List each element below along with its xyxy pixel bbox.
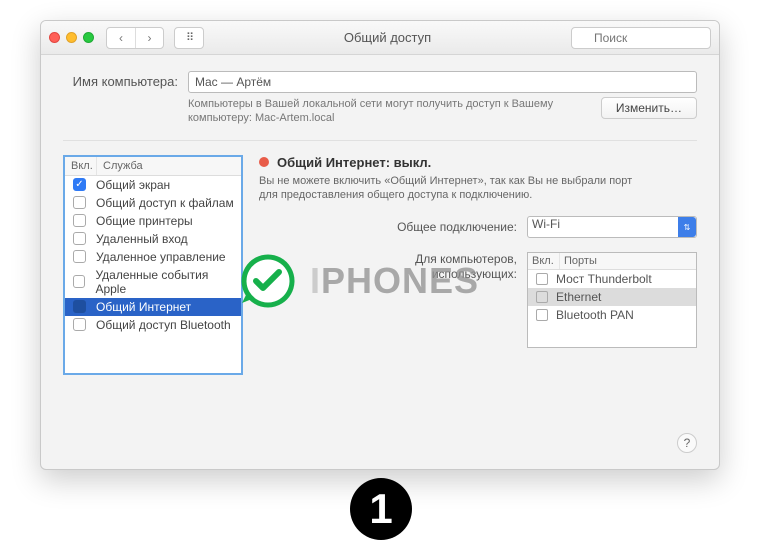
window-controls <box>49 32 94 43</box>
divider <box>63 140 697 141</box>
service-row[interactable]: Удаленное управление <box>65 248 241 266</box>
port-label: Мост Thunderbolt <box>556 272 652 286</box>
back-button[interactable]: ‹ <box>107 28 135 48</box>
service-checkbox[interactable] <box>73 318 86 331</box>
service-checkbox[interactable]: ✓ <box>73 178 86 191</box>
search-input[interactable] <box>571 27 711 49</box>
services-header-name: Служба <box>97 157 241 175</box>
preferences-window: ‹ › ⠿ Общий доступ 🔍 Имя компьютера: Ком… <box>40 20 720 470</box>
service-row[interactable]: Удаленный вход <box>65 230 241 248</box>
services-header: Вкл. Служба <box>65 157 241 176</box>
forward-button[interactable]: › <box>135 28 163 48</box>
computer-name-label: Имя компьютера: <box>63 71 178 89</box>
main-split: Вкл. Служба ✓ Общий экран Общий доступ к ф… <box>63 155 697 375</box>
search-wrap: 🔍 <box>571 27 711 49</box>
status-title: Общий Интернет: выкл. <box>277 155 431 170</box>
zoom-icon[interactable] <box>83 32 94 43</box>
service-label: Удаленные события Apple <box>95 268 235 296</box>
minimize-icon[interactable] <box>66 32 77 43</box>
edit-button[interactable]: Изменить… <box>601 97 697 119</box>
ports-header: Вкл. Порты <box>528 253 696 270</box>
ports-header-on: Вкл. <box>528 253 560 269</box>
port-label: Bluetooth PAN <box>556 308 634 322</box>
nav-back-forward: ‹ › <box>106 27 164 49</box>
service-row[interactable]: Общие принтеры <box>65 212 241 230</box>
step-number: 1 <box>369 485 392 533</box>
port-checkbox[interactable] <box>536 291 548 303</box>
close-icon[interactable] <box>49 32 60 43</box>
service-checkbox[interactable] <box>73 275 85 288</box>
show-all-button[interactable]: ⠿ <box>174 27 204 49</box>
service-row[interactable]: Общий доступ Bluetooth <box>65 316 241 334</box>
status-line: Общий Интернет: выкл. <box>259 155 697 170</box>
ports-label-2: использующих: <box>432 267 517 281</box>
service-label: Общий доступ Bluetooth <box>96 318 231 332</box>
port-checkbox[interactable] <box>536 273 548 285</box>
service-row[interactable]: Удаленные события Apple <box>65 266 241 298</box>
share-from-label: Общее подключение: <box>397 220 517 234</box>
computer-name-desc-row: Компьютеры в Вашей локальной сети могут … <box>188 97 697 126</box>
help-button[interactable]: ? <box>677 433 697 453</box>
port-checkbox[interactable] <box>536 309 548 321</box>
ports-label-1: Для компьютеров, <box>415 252 517 266</box>
port-row[interactable]: Мост Thunderbolt <box>528 270 696 288</box>
service-label: Общий экран <box>96 178 170 192</box>
services-list[interactable]: Вкл. Служба ✓ Общий экран Общий доступ к ф… <box>63 155 243 375</box>
titlebar: ‹ › ⠿ Общий доступ 🔍 <box>41 21 719 55</box>
status-note: Вы не можете включить «Общий Интернет», … <box>259 174 639 203</box>
port-row[interactable]: Ethernet <box>528 288 696 306</box>
computer-name-desc: Компьютеры в Вашей локальной сети могут … <box>188 97 591 126</box>
service-row[interactable]: ✓ Общий экран <box>65 176 241 194</box>
content: Имя компьютера: Компьютеры в Вашей локал… <box>41 55 719 391</box>
chevron-updown-icon: ⇅ <box>678 217 696 237</box>
ports-row: Для компьютеров, использующих: Вкл. Порт… <box>259 252 697 348</box>
grid-icon: ⠿ <box>186 31 192 44</box>
service-label: Общие принтеры <box>96 214 193 228</box>
share-from-row: Общее подключение: Wi-Fi ⇅ <box>259 216 697 238</box>
annotation-check-icon <box>240 253 296 309</box>
service-row[interactable]: Общий доступ к файлам <box>65 194 241 212</box>
services-header-on: Вкл. <box>65 157 97 175</box>
service-label: Удаленный вход <box>96 232 188 246</box>
window-title: Общий доступ <box>210 30 565 45</box>
port-label: Ethernet <box>556 290 601 304</box>
share-from-select[interactable]: Wi-Fi ⇅ <box>527 216 697 238</box>
share-from-value: Wi-Fi <box>532 217 560 231</box>
service-checkbox[interactable] <box>73 232 86 245</box>
service-checkbox[interactable] <box>73 300 86 313</box>
port-row[interactable]: Bluetooth PAN <box>528 306 696 324</box>
service-label: Удаленное управление <box>96 250 226 264</box>
service-label: Общий доступ к файлам <box>96 196 234 210</box>
status-dot-icon <box>259 157 269 167</box>
service-row[interactable]: Общий Интернет <box>65 298 241 316</box>
service-checkbox[interactable] <box>73 250 86 263</box>
ports-header-name: Порты <box>560 253 696 269</box>
service-label: Общий Интернет <box>96 300 191 314</box>
step-badge: 1 <box>350 478 412 540</box>
ports-label: Для компьютеров, использующих: <box>415 252 517 281</box>
detail-pane: Общий Интернет: выкл. Вы не можете включ… <box>259 155 697 375</box>
service-checkbox[interactable] <box>73 196 86 209</box>
service-checkbox[interactable] <box>73 214 86 227</box>
ports-list[interactable]: Вкл. Порты Мост Thunderbolt Ethernet Bluet… <box>527 252 697 348</box>
computer-name-input[interactable] <box>188 71 697 93</box>
computer-name-row: Имя компьютера: <box>63 71 697 93</box>
